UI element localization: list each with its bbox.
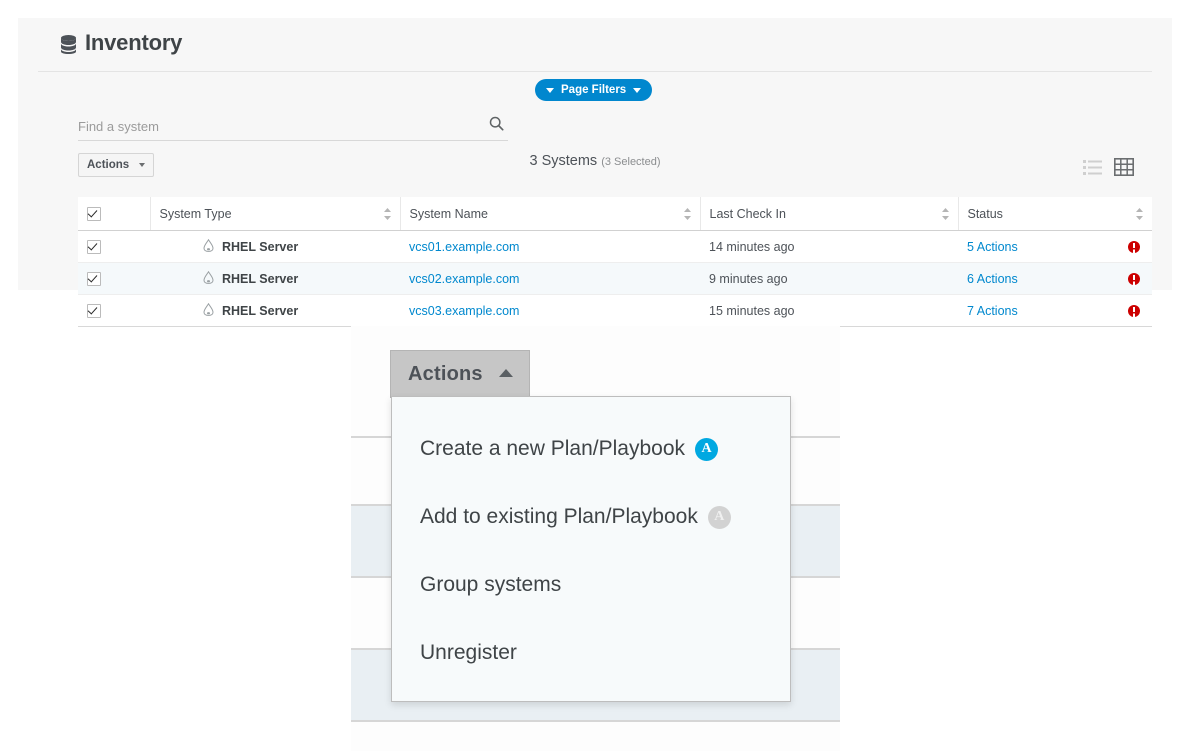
- caret-down-icon-right: [633, 87, 642, 93]
- caret-up-icon: [499, 369, 513, 377]
- ansible-icon-disabled: A: [707, 505, 731, 529]
- search-box: [78, 116, 508, 141]
- status-actions-link[interactable]: 7 Actions: [967, 304, 1018, 318]
- systems-table: System Type System Name Last Check In St…: [78, 197, 1152, 327]
- system-type-label: RHEL Server: [222, 303, 299, 318]
- row-select-cell: [78, 294, 150, 327]
- status-actions-link[interactable]: 6 Actions: [967, 272, 1018, 286]
- view-toggle-group: [1083, 158, 1134, 176]
- zoomed-actions-button[interactable]: Actions: [390, 350, 530, 398]
- row-checkbox[interactable]: [87, 239, 101, 254]
- rhel-icon: [203, 302, 214, 319]
- menu-item-label: Add to existing Plan/Playbook: [420, 505, 698, 528]
- cell-system-name: vcs01.example.com: [400, 230, 700, 263]
- app-header: Inventory: [18, 18, 1172, 71]
- cell-status: 6 Actions: [958, 262, 1152, 295]
- page-filters-pill[interactable]: Page Filters: [535, 79, 653, 101]
- table-row[interactable]: RHEL Server vcs03.example.com 15 minutes…: [78, 294, 1152, 327]
- grid-view-icon[interactable]: [1114, 158, 1134, 176]
- table-row[interactable]: RHEL Server vcs01.example.com 14 minutes…: [78, 230, 1152, 263]
- systems-count: 3 Systems (3 Selected): [18, 153, 1172, 169]
- column-header-system-name[interactable]: System Name: [400, 197, 701, 231]
- error-circle-icon: [1128, 273, 1140, 286]
- cell-system-name: vcs03.example.com: [400, 294, 700, 327]
- cell-system-type: RHEL Server: [150, 294, 400, 327]
- sort-icon[interactable]: [383, 207, 392, 220]
- column-label: Status: [967, 206, 1003, 221]
- caret-down-icon-left: [546, 87, 554, 93]
- ansible-icon: A: [695, 437, 718, 461]
- cell-last-check-in: 14 minutes ago: [700, 230, 958, 263]
- error-circle-icon: [1128, 241, 1140, 254]
- search-input[interactable]: [78, 116, 468, 136]
- system-name-link[interactable]: vcs01.example.com: [409, 240, 519, 254]
- row-select-cell: [78, 230, 150, 263]
- header-divider: [38, 71, 1152, 72]
- page-title: Inventory: [60, 30, 182, 56]
- systems-count-total: 3 Systems: [529, 153, 598, 169]
- screenshot-root: Inventory Page Filters Actions 3 Systems: [0, 0, 1190, 751]
- menu-item-label: Create a new Plan/Playbook: [420, 437, 685, 460]
- table-header-row: System Type System Name Last Check In St…: [78, 197, 1152, 231]
- zoomed-actions-button-label: Actions: [408, 363, 483, 385]
- column-header-last-check-in[interactable]: Last Check In: [700, 197, 959, 231]
- error-circle-icon: [1128, 305, 1140, 318]
- cell-status: 7 Actions: [958, 294, 1152, 327]
- systems-count-selected: (3 Selected): [601, 156, 661, 168]
- select-all-checkbox[interactable]: [87, 206, 101, 221]
- page-filters-label: Page Filters: [561, 84, 627, 96]
- menu-item-create-plan[interactable]: Create a new Plan/Playbook A: [392, 415, 790, 483]
- cell-system-type: RHEL Server: [150, 262, 400, 295]
- column-header-system-type[interactable]: System Type: [150, 197, 401, 231]
- magnified-table-row: [351, 722, 840, 751]
- system-type-label: RHEL Server: [222, 239, 299, 254]
- list-view-icon[interactable]: [1083, 159, 1102, 175]
- cell-last-check-in: 9 minutes ago: [700, 262, 958, 295]
- sort-icon[interactable]: [683, 207, 692, 220]
- row-select-cell: [78, 262, 150, 295]
- menu-item-unregister[interactable]: Unregister: [392, 619, 790, 687]
- menu-item-group-systems[interactable]: Group systems: [392, 551, 790, 619]
- table-row[interactable]: RHEL Server vcs02.example.com 9 minutes …: [78, 262, 1152, 295]
- page-title-text: Inventory: [85, 30, 183, 55]
- column-label: System Name: [409, 206, 489, 221]
- actions-dropdown-menu: Create a new Plan/Playbook A Add to exis…: [391, 396, 791, 702]
- select-all-header: [78, 197, 151, 231]
- sort-icon[interactable]: [1135, 207, 1144, 220]
- cell-system-type: RHEL Server: [150, 230, 400, 263]
- row-checkbox[interactable]: [87, 303, 101, 318]
- rhel-icon: [203, 238, 214, 255]
- system-type-label: RHEL Server: [222, 271, 299, 286]
- status-actions-link[interactable]: 5 Actions: [967, 240, 1018, 254]
- cell-system-name: vcs02.example.com: [400, 262, 700, 295]
- inventory-app-panel: Inventory Page Filters Actions 3 Systems: [18, 18, 1172, 327]
- database-icon: [60, 34, 77, 54]
- menu-item-add-to-existing-plan[interactable]: Add to existing Plan/Playbook A: [392, 483, 790, 551]
- column-label: Last Check In: [709, 206, 786, 221]
- system-name-link[interactable]: vcs02.example.com: [409, 272, 519, 286]
- system-name-link[interactable]: vcs03.example.com: [409, 304, 519, 318]
- cell-status: 5 Actions: [958, 230, 1152, 263]
- search-icon[interactable]: [489, 116, 504, 136]
- menu-item-label: Unregister: [420, 641, 517, 664]
- rhel-icon: [203, 270, 214, 287]
- column-header-status[interactable]: Status: [958, 197, 1152, 231]
- row-checkbox[interactable]: [87, 271, 101, 286]
- sort-icon[interactable]: [941, 207, 950, 220]
- cell-last-check-in: 15 minutes ago: [700, 294, 958, 327]
- menu-item-label: Group systems: [420, 573, 562, 596]
- column-label: System Type: [159, 206, 232, 221]
